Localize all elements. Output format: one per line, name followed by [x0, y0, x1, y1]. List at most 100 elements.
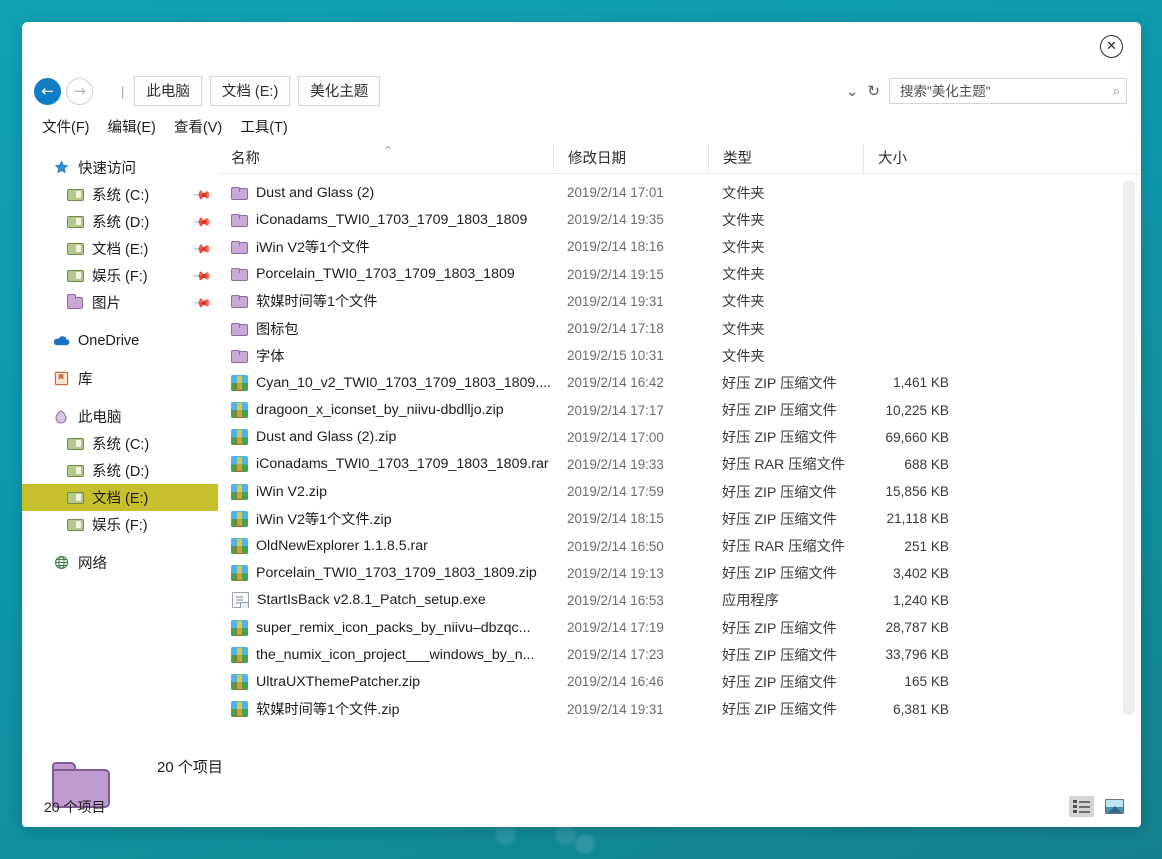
cell-size: 33,796 KB [885, 647, 950, 663]
table-row[interactable]: dragoon_x_iconset_by_niivu-dbdlljo.zip 20… [218, 397, 1141, 424]
pin-icon[interactable]: 📌 [192, 211, 212, 231]
sidebar-item-documents-e-quick[interactable]: 文档 (E:) 📌 [22, 235, 218, 262]
cell-date: 2019/2/14 17:23 [567, 647, 664, 663]
breadcrumb-this-pc[interactable]: 此电脑 [134, 76, 202, 106]
desktop-bubble [555, 824, 576, 845]
menu-file[interactable]: 文件(F) [42, 116, 90, 137]
cell-date: 2019/2/14 17:00 [567, 429, 664, 445]
cell-date: 2019/2/14 16:50 [567, 538, 664, 554]
chevron-down-icon[interactable]: ⌄ [846, 83, 859, 99]
column-header-size[interactable]: 大小 [863, 142, 963, 173]
cell-type: 好压 ZIP 压缩文件 [722, 484, 837, 501]
sidebar-item-system-c-quick[interactable]: 系统 (C:) 📌 [22, 181, 218, 208]
thumbnail-view-button[interactable] [1102, 796, 1127, 817]
sidebar-item-pictures-quick[interactable]: 图片 📌 [22, 289, 218, 316]
table-row[interactable]: iConadams_TWI0_1703_1709_1803_1809.rar 20… [218, 451, 1141, 478]
scrollbar-thumb[interactable] [1123, 180, 1135, 715]
sidebar-item-entertainment-f[interactable]: 娱乐 (F:) [22, 511, 218, 538]
cell-type: 应用程序 [722, 593, 779, 610]
file-list-pane: 名称 ⌃ 修改日期 类型 大小 Dust and Glass (2) 2019/2… [218, 140, 1141, 745]
sidebar-item-documents-e[interactable]: 文档 (E:) [22, 484, 218, 511]
table-row[interactable]: iWin V2等1个文件.zip 2019/2/14 18:15 好压 ZIP 压缩… [218, 505, 1141, 532]
pin-icon[interactable]: 📌 [192, 265, 212, 285]
menu-tools[interactable]: 工具(T) [240, 116, 288, 137]
cell-size: 69,660 KB [885, 429, 950, 445]
column-header-date[interactable]: 修改日期 [553, 142, 708, 173]
cell-name: Porcelain_TWI0_1703_1709_1803_1809.zip [218, 565, 553, 582]
exe-icon [232, 592, 249, 609]
back-icon[interactable]: ← [34, 77, 61, 105]
cell-size: 251 KB [904, 538, 949, 554]
sidebar-item-label: 文档 (E:) [92, 242, 149, 258]
file-name-label: OldNewExplorer 1.1.8.5.rar [256, 538, 428, 555]
table-row[interactable]: StartIsBack v2.8.1_Patch_setup.exe 2019/2… [218, 587, 1141, 614]
sidebar-item-system-d-quick[interactable]: 系统 (D:) 📌 [22, 208, 218, 235]
cloud-icon [52, 332, 70, 350]
computer-icon [52, 408, 70, 426]
file-name-label: UltraUXThemePatcher.zip [256, 673, 421, 690]
cell-type: 文件夹 [722, 185, 765, 202]
sidebar-item-this-pc[interactable]: 此电脑 [22, 403, 218, 430]
cell-name: iWin V2等1个文件 [218, 237, 553, 257]
cell-name: StartIsBack v2.8.1_Patch_setup.exe [218, 592, 553, 609]
cell-type: 文件夹 [722, 267, 765, 284]
breadcrumb-documents-e[interactable]: 文档 (E:) [209, 76, 291, 106]
folder-icon [230, 186, 248, 200]
table-row[interactable]: iWin V2等1个文件 2019/2/14 18:16 文件夹 [218, 233, 1141, 260]
path-separator: | [121, 83, 125, 99]
sidebar-item-system-c[interactable]: 系统 (C:) [22, 430, 218, 457]
table-row[interactable]: 软媒时间等1个文件 2019/2/14 19:31 文件夹 [218, 288, 1141, 315]
sidebar-item-system-d[interactable]: 系统 (D:) [22, 457, 218, 484]
details-view-button[interactable] [1069, 796, 1094, 817]
table-row[interactable]: iConadams_TWI0_1703_1709_1803_1809 2019/2… [218, 206, 1141, 233]
table-row[interactable]: the_numix_icon_project___windows_by_n...… [218, 641, 1141, 668]
cell-date: 2019/2/15 10:31 [567, 348, 664, 364]
pin-icon[interactable]: 📌 [192, 238, 212, 258]
drive-icon [66, 435, 84, 453]
cell-date: 2019/2/14 16:53 [567, 592, 664, 608]
menu-view[interactable]: 查看(V) [174, 116, 222, 137]
sidebar-item-onedrive[interactable]: OneDrive [22, 327, 218, 354]
file-name-label: Dust and Glass (2).zip [256, 429, 397, 446]
cell-date: 2019/2/14 18:15 [567, 511, 664, 527]
file-name-label: 图标包 [256, 321, 299, 338]
table-row[interactable]: Dust and Glass (2).zip 2019/2/14 17:00 好压 … [218, 424, 1141, 451]
close-icon[interactable]: ✕ [1100, 35, 1123, 58]
column-header-name[interactable]: 名称 ⌃ [218, 143, 553, 173]
table-row[interactable]: Porcelain_TWI0_1703_1709_1803_1809 2019/2… [218, 261, 1141, 288]
table-row[interactable]: UltraUXThemePatcher.zip 2019/2/14 16:46 好压… [218, 668, 1141, 695]
table-row[interactable]: OldNewExplorer 1.1.8.5.rar 2019/2/14 16:5… [218, 532, 1141, 559]
search-icon[interactable]: ⌕ [1113, 84, 1120, 99]
search-input[interactable] [900, 83, 1113, 99]
search-box[interactable]: ⌕ [889, 78, 1127, 104]
forward-icon[interactable]: → [66, 77, 93, 105]
breadcrumb-current-folder[interactable]: 美化主题 [298, 76, 381, 106]
archive-icon [231, 510, 248, 527]
table-row[interactable]: 软媒时间等1个文件.zip 2019/2/14 19:31 好压 ZIP 压缩文件 6… [218, 696, 1141, 723]
sidebar-item-entertainment-f-quick[interactable]: 娱乐 (F:) 📌 [22, 262, 218, 289]
sidebar-item-label: 此电脑 [78, 410, 122, 426]
pin-icon[interactable]: 📌 [192, 292, 212, 312]
cell-type: 好压 RAR 压缩文件 [722, 539, 845, 556]
table-row[interactable]: Cyan_10_v2_TWI0_1703_1709_1803_1809.... 2… [218, 369, 1141, 396]
pin-icon[interactable]: 📌 [192, 184, 212, 204]
cell-name: OldNewExplorer 1.1.8.5.rar [218, 538, 553, 555]
table-row[interactable]: super_remix_icon_packs_by_niivu–dbzqc...… [218, 614, 1141, 641]
file-list-scrollbar[interactable] [1123, 180, 1135, 717]
sidebar-item-quick-access[interactable]: 快速访问 [22, 154, 218, 181]
table-row[interactable]: iWin V2.zip 2019/2/14 17:59 好压 ZIP 压缩文件 15,… [218, 478, 1141, 505]
table-row[interactable]: 图标包 2019/2/14 17:18 文件夹 [218, 315, 1141, 342]
table-row[interactable]: 字体 2019/2/15 10:31 文件夹 [218, 342, 1141, 369]
file-name-label: 软媒时间等1个文件.zip [256, 702, 400, 719]
column-header-type[interactable]: 类型 [708, 142, 863, 173]
table-row[interactable]: Dust and Glass (2) 2019/2/14 17:01 文件夹 [218, 179, 1141, 206]
menu-edit[interactable]: 编辑(E) [108, 116, 156, 137]
table-row[interactable]: Porcelain_TWI0_1703_1709_1803_1809.zip 20… [218, 560, 1141, 587]
sidebar-item-network[interactable]: 网络 [22, 549, 218, 576]
cell-name: iWin V2.zip [218, 483, 553, 500]
refresh-icon[interactable]: ↻ [867, 83, 880, 99]
sidebar-item-label: 库 [78, 372, 93, 388]
sidebar-item-libraries[interactable]: 库 [22, 365, 218, 392]
